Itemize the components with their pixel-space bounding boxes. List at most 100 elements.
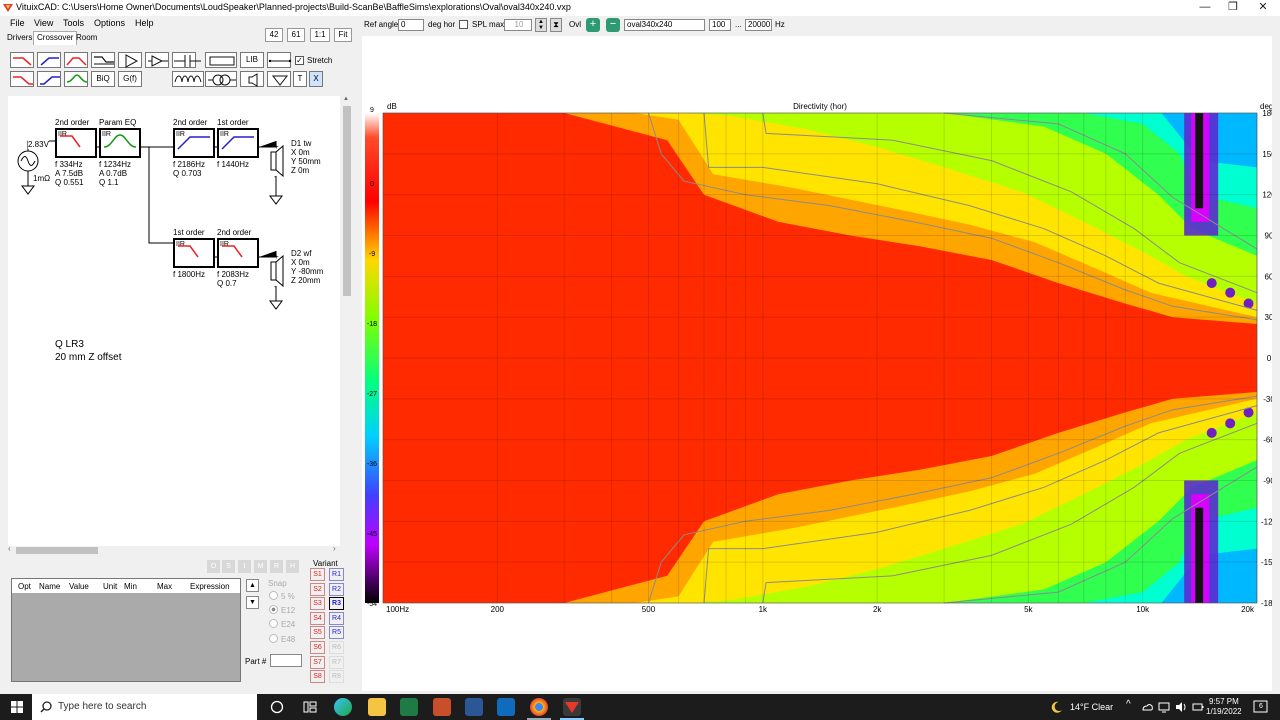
part-number-input[interactable] — [270, 654, 302, 667]
tab-drivers[interactable]: Drivers — [4, 32, 35, 45]
speaker-tool[interactable] — [240, 71, 264, 87]
maximize-button[interactable]: ❐ — [1218, 0, 1248, 16]
lowpass-red-tool-2[interactable] — [10, 71, 34, 87]
minimize-button[interactable]: — — [1190, 0, 1220, 16]
vituixcad-taskbar-icon[interactable] — [563, 698, 581, 716]
buffer-tool[interactable] — [145, 52, 169, 68]
op-m-button[interactable]: M — [254, 560, 267, 573]
zoom-42-button[interactable]: 42 — [265, 28, 283, 42]
filter-block-box[interactable]: IIR — [217, 128, 259, 158]
gf-button[interactable]: G(f) — [118, 71, 142, 87]
excel-icon[interactable] — [400, 698, 418, 716]
inductor-tool[interactable] — [172, 71, 204, 87]
menu-help[interactable]: Help — [135, 18, 154, 28]
lowpass-red-tool[interactable] — [10, 52, 34, 68]
taskbar-search-box[interactable]: Type here to search — [32, 694, 257, 720]
close-button[interactable]: ✕ — [1248, 0, 1278, 16]
spl-max-checkbox[interactable] — [459, 20, 468, 29]
filter-block-box[interactable]: IIR — [173, 238, 215, 268]
horizontal-scroll-thumb[interactable] — [16, 547, 98, 554]
variant-recall-2-button[interactable]: R2 — [329, 582, 344, 596]
variant-recall-6-button[interactable]: R6 — [329, 641, 344, 654]
bandpass-red-tool[interactable] — [64, 52, 88, 68]
snap-e12-radio[interactable]: E12 — [269, 605, 295, 615]
highpass-blue-tool[interactable] — [37, 52, 61, 68]
variant-recall-7-button[interactable]: R7 — [329, 655, 344, 669]
volume-icon[interactable] — [1175, 701, 1187, 713]
text-tool[interactable]: T — [293, 71, 307, 87]
variant-save-3-button[interactable]: S3 — [310, 597, 325, 611]
overlay-add-icon[interactable]: + — [586, 18, 600, 32]
network-icon[interactable] — [1158, 701, 1170, 713]
menu-file[interactable]: File — [10, 18, 25, 28]
variant-save-2-button[interactable]: S2 — [310, 582, 325, 596]
word-icon[interactable] — [465, 698, 483, 716]
op-r-button[interactable]: R — [270, 560, 283, 573]
op-o-button[interactable]: O — [207, 560, 220, 573]
schematic-canvas[interactable]: 2.83V 1mΩ 2nd order IIR f 334Hz A 7.5dB Q 0.… — [8, 96, 340, 546]
library-button[interactable]: LIB — [240, 52, 264, 68]
filter-block-box[interactable]: IIR — [173, 128, 215, 158]
freq-high-input[interactable]: 20000 — [745, 19, 772, 31]
chrome-icon[interactable] — [530, 698, 548, 716]
shelf-tool[interactable] — [91, 52, 115, 68]
battery-icon[interactable] — [1192, 701, 1204, 713]
outlook-icon[interactable] — [497, 698, 515, 716]
powerpoint-icon[interactable] — [433, 698, 451, 716]
variant-save-4-button[interactable]: S4 — [310, 611, 325, 625]
variant-recall-4-button[interactable]: R4 — [329, 611, 344, 625]
spl-spinner[interactable]: ▲ ▼ — [535, 18, 547, 32]
freq-low-input[interactable]: 100 — [709, 19, 731, 31]
task-view-icon[interactable] — [270, 700, 284, 714]
highpass-blue-tool-2[interactable] — [37, 71, 61, 87]
scroll-left-icon[interactable]: ‹ — [8, 544, 11, 553]
move-up-button[interactable]: ▲ — [246, 579, 259, 592]
schematic-vertical-scrollbar[interactable]: ▲ — [342, 96, 352, 546]
clock-date[interactable]: 1/19/2022 — [1206, 707, 1242, 716]
directivity-heatmap-chart[interactable]: Directivity (hor)dB deg90-9-18-27-36-45-5… — [362, 36, 1272, 636]
filter-block-box[interactable]: IIR — [217, 238, 259, 268]
filter-block[interactable]: 1st order IIR f 1800Hz — [173, 228, 217, 323]
scroll-up-icon[interactable]: ▲ — [343, 96, 349, 102]
variant-recall-5-button[interactable]: R5 — [329, 626, 344, 640]
file-explorer-icon[interactable] — [368, 698, 386, 716]
ref-angle-input[interactable]: 0 — [398, 19, 424, 31]
filter-block[interactable]: 2nd order IIR f 2186Hz Q 0.703 — [173, 118, 217, 213]
variant-save-6-button[interactable]: S6 — [310, 641, 325, 654]
menu-view[interactable]: View — [34, 18, 53, 28]
windows-start-icon[interactable] — [11, 701, 23, 713]
op-s-button[interactable]: S — [222, 560, 235, 573]
filter-block-box[interactable]: IIR — [99, 128, 141, 158]
op-h-button[interactable]: H — [286, 560, 299, 573]
schematic-horizontal-scrollbar[interactable]: ‹ › — [8, 544, 340, 555]
variant-save-5-button[interactable]: S5 — [310, 626, 325, 640]
snap-e24-radio[interactable]: E24 — [269, 619, 295, 629]
widgets-icon[interactable] — [303, 700, 317, 714]
filter-block[interactable]: 2nd order IIR f 334Hz A 7.5dB Q 0.551 — [55, 118, 99, 213]
zoom-61-button[interactable]: 61 — [287, 28, 305, 42]
moon-weather-icon[interactable] — [1051, 701, 1063, 713]
spl-range-icon[interactable]: ⧗ — [550, 18, 562, 32]
filter-block[interactable]: 2nd order IIR f 2083Hz Q 0.7 — [217, 228, 261, 323]
weather-text[interactable]: 14°F Clear — [1070, 702, 1113, 712]
spl-max-input[interactable]: 10 — [504, 19, 532, 31]
variant-save-1-button[interactable]: S1 — [310, 568, 325, 581]
variant-recall-1-button[interactable]: R1 — [329, 568, 344, 581]
optimizer-table[interactable]: Opt Name Value Unit Min Max Expression — [11, 578, 241, 682]
variant-recall-8-button[interactable]: R8 — [329, 670, 344, 684]
peq-green-tool[interactable] — [64, 71, 88, 87]
resistor-tool[interactable] — [205, 52, 237, 68]
filter-block-box[interactable]: IIR — [55, 128, 97, 158]
snap-e48-radio[interactable]: E48 — [269, 634, 295, 644]
tab-room[interactable]: Room — [73, 32, 100, 45]
notification-center[interactable]: 6 — [1253, 699, 1269, 715]
filter-block[interactable]: Param EQ IIR f 1234Hz A 0.7dB Q 1.1 — [99, 118, 143, 213]
transformer-tool[interactable] — [205, 71, 237, 87]
zoom-fit-button[interactable]: Fit — [334, 28, 352, 42]
snap-5pct-radio[interactable]: 5 % — [269, 591, 295, 601]
menu-tools[interactable]: Tools — [63, 18, 84, 28]
edge-browser-icon[interactable] — [334, 698, 352, 716]
clock-time[interactable]: 9:57 PM — [1209, 697, 1239, 706]
filter-block[interactable]: 1st order IIR f 1440Hz — [217, 118, 261, 213]
zoom-1to1-button[interactable]: 1:1 — [310, 28, 330, 42]
